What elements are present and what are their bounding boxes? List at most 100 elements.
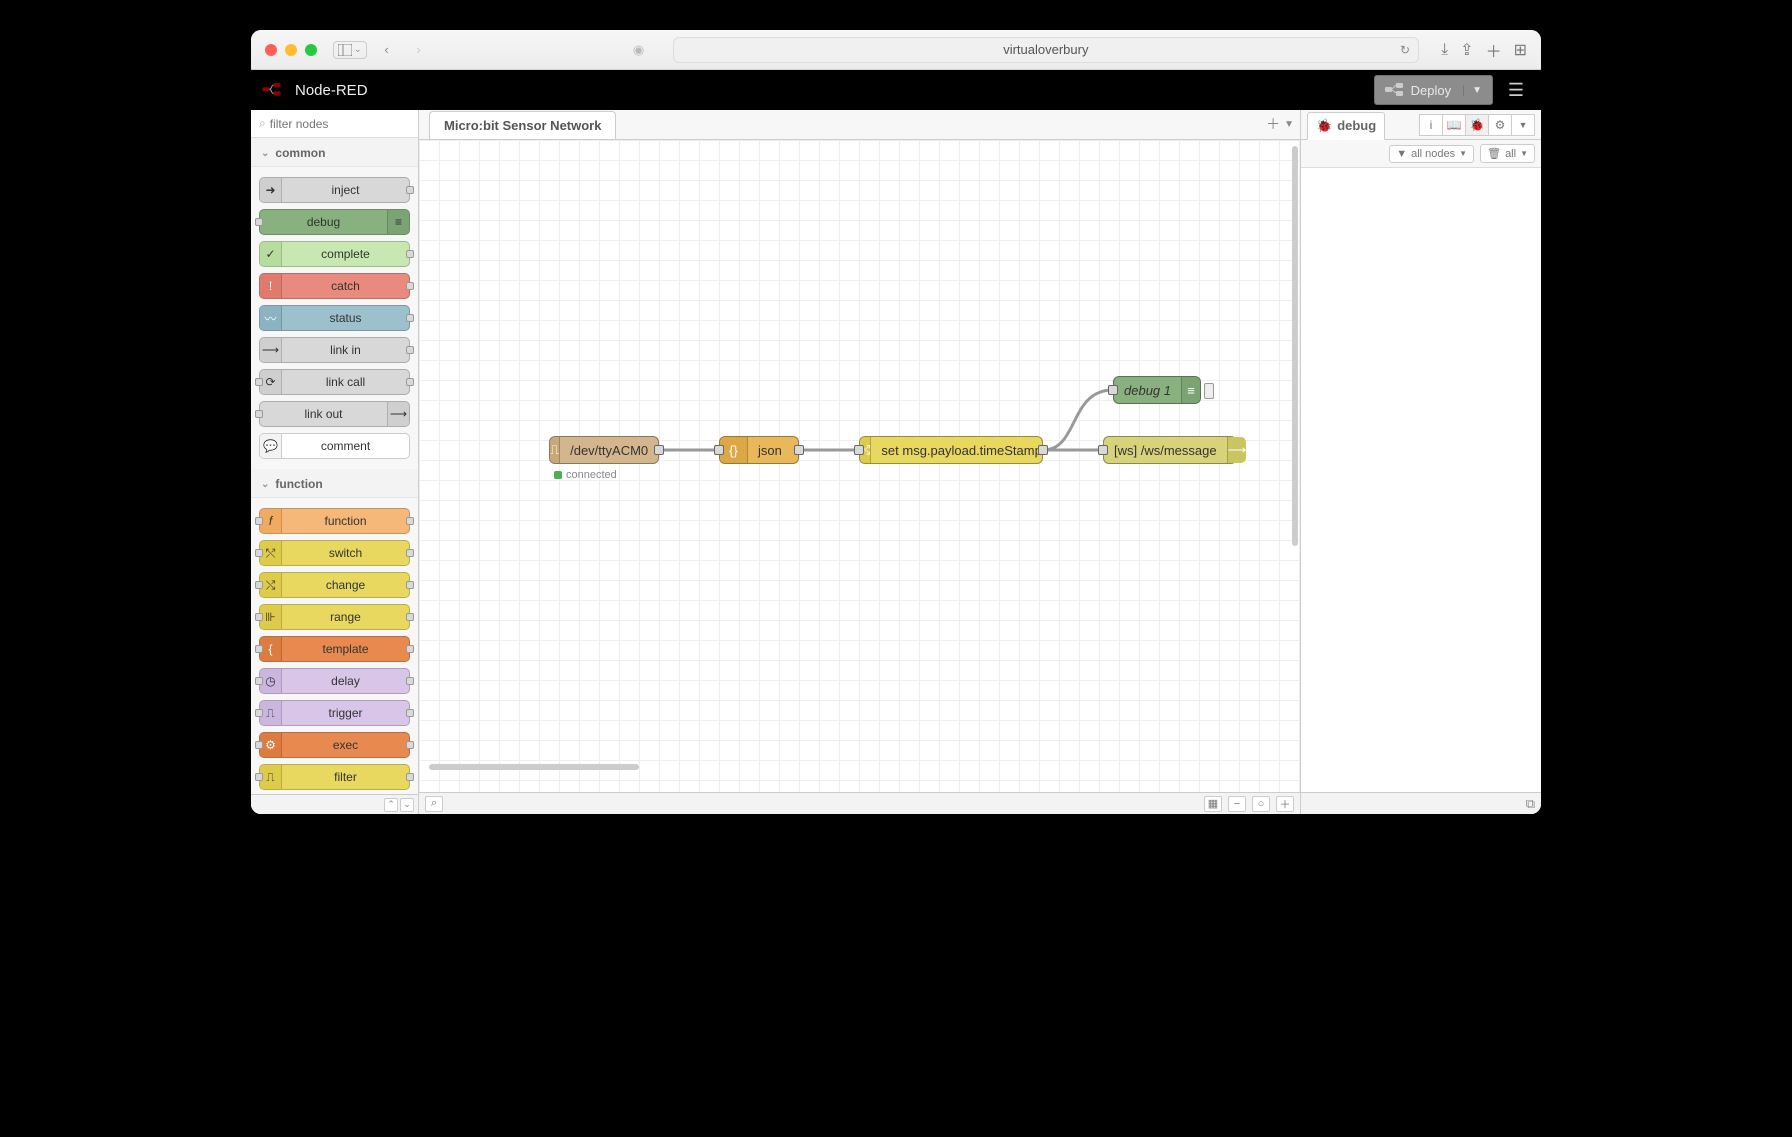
palette-node-link-in[interactable]: ⟶link in xyxy=(259,337,410,363)
node-output-port[interactable] xyxy=(794,445,804,455)
flow-node-change[interactable]: ⤭ set msg.payload.timeStamp xyxy=(859,436,1043,464)
palette-category-function[interactable]: ⌄ function xyxy=(251,469,418,498)
palette-node-change[interactable]: ⤭change xyxy=(259,572,410,598)
download-icon[interactable]: ⤓ xyxy=(1441,41,1448,59)
debug-clear-button[interactable]: 🗑 all ▼ xyxy=(1480,144,1535,163)
status-dot-icon xyxy=(554,471,562,479)
zoom-reset-button[interactable]: ○ xyxy=(1252,796,1270,812)
palette-panel: ⌕ ⌄ common ➜inject debug≡ ✓complete !cat… xyxy=(251,110,419,814)
filter-icon: ⎍ xyxy=(260,765,282,789)
palette-node-inject[interactable]: ➜inject xyxy=(259,177,410,203)
chevron-down-icon: ⌄ xyxy=(261,148,269,159)
deploy-caret-icon[interactable]: ▼ xyxy=(1463,85,1482,96)
workspace-tab-active[interactable]: Micro:bit Sensor Network xyxy=(429,111,616,139)
palette-category-common[interactable]: ⌄ common xyxy=(251,138,418,167)
workspace-tabs: Micro:bit Sensor Network ＋ ▼ xyxy=(419,110,1300,140)
debug-toggle-button[interactable] xyxy=(1204,383,1214,399)
zoom-in-button[interactable]: ＋ xyxy=(1276,796,1294,812)
zoom-out-button[interactable]: − xyxy=(1228,796,1246,812)
flow-node-debug[interactable]: debug 1 ≡ xyxy=(1113,376,1201,404)
palette-search-input[interactable] xyxy=(270,117,425,131)
trigger-icon: ⎍ xyxy=(260,701,282,725)
node-input-port[interactable] xyxy=(714,445,724,455)
flow-canvas[interactable]: ⎍ /dev/ttyACM0 connected {} json xyxy=(419,140,1300,792)
json-icon: {} xyxy=(720,437,748,463)
chevron-down-icon: ⌄ xyxy=(261,479,269,490)
link-in-icon: ⟶ xyxy=(260,338,282,362)
debug-messages-panel xyxy=(1301,168,1541,792)
forward-button[interactable]: › xyxy=(407,40,431,60)
back-button[interactable]: ‹ xyxy=(375,40,399,60)
horizontal-scrollbar[interactable] xyxy=(429,764,639,770)
new-tab-icon[interactable]: ＋ xyxy=(1486,38,1502,62)
palette-node-function[interactable]: ffunction xyxy=(259,508,410,534)
flow-node-json[interactable]: {} json xyxy=(719,436,799,464)
navigator-button[interactable]: ▦ xyxy=(1204,796,1222,812)
view-search-button[interactable]: ⌕ xyxy=(425,796,443,812)
flow-node-websocket[interactable]: [ws] /ws/message ⟶ xyxy=(1103,436,1237,464)
shield-icon[interactable]: ◉ xyxy=(627,40,651,60)
palette-node-trigger[interactable]: ⎍trigger xyxy=(259,700,410,726)
palette-node-range[interactable]: ⊪range xyxy=(259,604,410,630)
app-header: Node-RED Deploy ▼ ☰ xyxy=(251,70,1541,110)
flow-node-serial[interactable]: ⎍ /dev/ttyACM0 connected xyxy=(549,436,659,464)
exec-icon: ⚙ xyxy=(260,733,282,757)
sidebar-info-button[interactable]: i xyxy=(1419,114,1443,136)
sidebar-panel: 🐞 debug i 📖 🐞 ⚙ ▼ ▼ all nodes ▼ xyxy=(1301,110,1541,814)
sidebar-debug-button[interactable]: 🐞 xyxy=(1465,114,1489,136)
url-text: virtualoverbury xyxy=(1003,42,1088,57)
node-input-port[interactable] xyxy=(1098,445,1108,455)
palette-node-exec[interactable]: ⚙exec xyxy=(259,732,410,758)
tabs-icon[interactable]: ⊞ xyxy=(1514,40,1527,60)
palette-node-template[interactable]: {template xyxy=(259,636,410,662)
palette-collapse-button[interactable]: ⌃ xyxy=(384,798,398,812)
status-icon: 〰 xyxy=(260,306,282,330)
minimize-window-button[interactable] xyxy=(285,44,297,56)
debug-filter-button[interactable]: ▼ all nodes ▼ xyxy=(1389,145,1474,163)
main-menu-button[interactable]: ☰ xyxy=(1501,75,1531,105)
close-window-button[interactable] xyxy=(265,44,277,56)
sidebar-toolbar: ▼ all nodes ▼ 🗑 all ▼ xyxy=(1301,140,1541,168)
share-icon[interactable]: ⇪ xyxy=(1460,40,1473,60)
palette-node-debug[interactable]: debug≡ xyxy=(259,209,410,235)
palette-node-status[interactable]: 〰status xyxy=(259,305,410,331)
sidebar-toggle-button[interactable]: ⌄ xyxy=(333,41,367,59)
node-input-port[interactable] xyxy=(1108,385,1118,395)
sidebar-menu-button[interactable]: ▼ xyxy=(1511,114,1535,136)
palette-node-delay[interactable]: ◷delay xyxy=(259,668,410,694)
websocket-icon: ⟶ xyxy=(1227,437,1247,463)
chevron-down-icon: ▼ xyxy=(1520,149,1528,158)
palette-node-complete[interactable]: ✓complete xyxy=(259,241,410,267)
palette-node-catch[interactable]: !catch xyxy=(259,273,410,299)
sidebar-help-button[interactable]: 📖 xyxy=(1442,114,1466,136)
node-output-port[interactable] xyxy=(654,445,664,455)
sidebar-config-button[interactable]: ⚙ xyxy=(1488,114,1512,136)
palette-node-switch[interactable]: ⤲switch xyxy=(259,540,410,566)
chevron-down-icon: ▼ xyxy=(1459,149,1467,158)
app-logo: Node-RED xyxy=(261,81,368,99)
palette-footer: ⌃ ⌄ xyxy=(251,794,418,814)
tab-menu-button[interactable]: ▼ xyxy=(1284,119,1294,130)
change-icon: ⤭ xyxy=(260,573,282,597)
palette-expand-button[interactable]: ⌄ xyxy=(400,798,414,812)
complete-icon: ✓ xyxy=(260,242,282,266)
palette-search[interactable]: ⌕ xyxy=(251,110,418,138)
bug-icon: 🐞 xyxy=(1316,118,1332,134)
node-input-port[interactable] xyxy=(854,445,864,455)
add-tab-button[interactable]: ＋ xyxy=(1266,114,1280,134)
palette-node-filter[interactable]: ⎍filter xyxy=(259,764,410,790)
url-bar[interactable]: virtualoverbury ↻ xyxy=(673,37,1420,63)
deploy-button[interactable]: Deploy ▼ xyxy=(1374,75,1493,105)
reload-icon[interactable]: ↻ xyxy=(1400,43,1410,57)
maximize-window-button[interactable] xyxy=(305,44,317,56)
workspace: Micro:bit Sensor Network ＋ ▼ ⎍ xyxy=(419,110,1301,814)
sidebar-tab-debug[interactable]: 🐞 debug xyxy=(1307,112,1385,140)
workspace-footer: ⌕ ▦ − ○ ＋ xyxy=(419,792,1300,814)
vertical-scrollbar[interactable] xyxy=(1292,146,1298,546)
palette-node-comment[interactable]: 💬comment xyxy=(259,433,410,459)
palette-node-link-out[interactable]: link out⟶ xyxy=(259,401,410,427)
node-output-port[interactable] xyxy=(1038,445,1048,455)
search-icon: ⌕ xyxy=(259,116,266,131)
open-window-button[interactable]: ⧉ xyxy=(1526,796,1535,812)
palette-node-link-call[interactable]: ⟳link call xyxy=(259,369,410,395)
